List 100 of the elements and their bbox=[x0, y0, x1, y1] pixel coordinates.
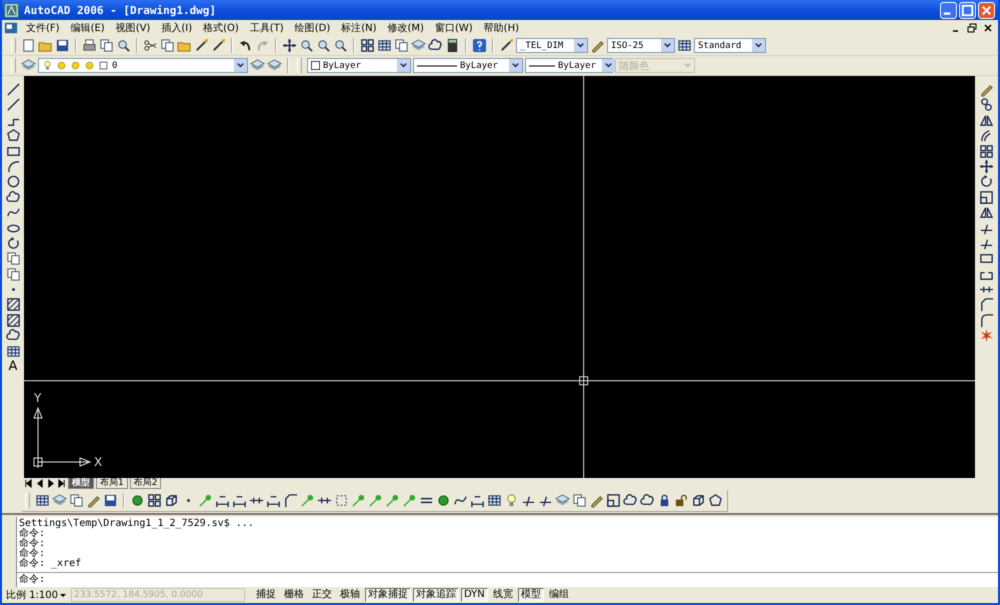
table-icon[interactable] bbox=[487, 493, 502, 508]
dimension-icon[interactable] bbox=[470, 493, 485, 508]
pentagon-icon[interactable] bbox=[6, 128, 20, 144]
bulb-icon[interactable] bbox=[42, 60, 53, 71]
cube-icon[interactable] bbox=[691, 493, 706, 508]
undo-arrow-icon[interactable] bbox=[238, 38, 253, 53]
layers-icon[interactable] bbox=[52, 493, 67, 508]
copy-icon[interactable] bbox=[572, 493, 587, 508]
brush-icon[interactable] bbox=[211, 38, 226, 53]
layer-dropdown[interactable]: 0 bbox=[38, 58, 248, 73]
layers-icon[interactable] bbox=[250, 58, 265, 73]
pencil-icon[interactable] bbox=[979, 82, 994, 97]
burst-icon[interactable] bbox=[979, 328, 994, 344]
layout-tab[interactable]: 布局1 bbox=[96, 478, 128, 489]
scale-icon[interactable] bbox=[979, 190, 994, 205]
layers-icon[interactable] bbox=[555, 493, 570, 508]
cloud-icon[interactable] bbox=[640, 493, 655, 508]
drawing-canvas[interactable]: Y X bbox=[24, 76, 975, 478]
brush-icon[interactable] bbox=[499, 38, 514, 53]
circles-icon[interactable] bbox=[979, 97, 994, 112]
pencil-icon[interactable] bbox=[86, 493, 101, 508]
line-icon[interactable] bbox=[6, 97, 20, 112]
status-toggle[interactable]: 线宽 bbox=[490, 588, 516, 602]
minimize-button[interactable] bbox=[940, 2, 957, 18]
arc-icon[interactable] bbox=[6, 158, 20, 174]
copy-icon[interactable] bbox=[394, 38, 409, 53]
previous-tab-icon[interactable] bbox=[35, 479, 44, 488]
menu-item[interactable]: 编辑(E) bbox=[66, 21, 109, 35]
pentagon-icon[interactable] bbox=[708, 493, 723, 508]
caret-icon[interactable] bbox=[60, 592, 66, 598]
move-icon[interactable] bbox=[282, 38, 297, 53]
table-icon[interactable] bbox=[377, 38, 392, 53]
cloud-icon[interactable] bbox=[428, 38, 443, 53]
next-tab-icon[interactable] bbox=[46, 479, 55, 488]
cube-icon[interactable] bbox=[164, 493, 179, 508]
magnifier-icon[interactable] bbox=[299, 38, 314, 53]
status-toggle[interactable]: 模型 bbox=[518, 588, 544, 602]
scale-label[interactable]: 比例 1:100 bbox=[6, 588, 58, 602]
line-icon[interactable] bbox=[6, 82, 20, 97]
status-toggle[interactable]: 编组 bbox=[546, 588, 572, 602]
triangles-icon[interactable] bbox=[979, 205, 994, 220]
text-tool-button[interactable]: A bbox=[8, 359, 18, 374]
menu-item[interactable]: 格式(O) bbox=[199, 21, 243, 35]
help-icon[interactable] bbox=[472, 38, 487, 53]
menu-item[interactable]: 绘图(D) bbox=[290, 21, 334, 35]
open-padlock-icon[interactable] bbox=[674, 493, 689, 508]
ball-icon[interactable] bbox=[130, 493, 145, 508]
triangles-icon[interactable] bbox=[979, 112, 994, 128]
brush-icon[interactable] bbox=[194, 38, 209, 53]
layout-tab[interactable]: 模型 bbox=[68, 478, 94, 489]
last-tab-icon[interactable] bbox=[57, 479, 66, 488]
hatch-icon[interactable] bbox=[6, 312, 20, 328]
copy-icon[interactable] bbox=[99, 38, 114, 53]
ball-icon[interactable] bbox=[436, 493, 451, 508]
dimension-icon[interactable] bbox=[266, 493, 281, 508]
command-window[interactable]: Settings\Temp\Drawing1_1_2_7529.sv$ ... 命令: 命令: 命令: 命令: _xref 命令: bbox=[16, 517, 998, 587]
dimension-style-dropdown[interactable]: ISO-25 bbox=[607, 38, 675, 53]
fillet-icon[interactable] bbox=[979, 312, 994, 328]
status-toggle[interactable]: 极轴 bbox=[337, 588, 363, 602]
layers-icon[interactable] bbox=[267, 58, 282, 73]
color-dropdown[interactable]: ByLayer bbox=[307, 58, 411, 73]
dashed-square-icon[interactable] bbox=[334, 493, 349, 508]
table-icon[interactable] bbox=[35, 493, 50, 508]
sun-icon[interactable] bbox=[84, 60, 95, 71]
grid-icon[interactable] bbox=[360, 38, 375, 53]
layout-tab[interactable]: 布局2 bbox=[130, 478, 162, 489]
status-toggle[interactable]: 捕捉 bbox=[253, 588, 279, 602]
magnifier-icon[interactable] bbox=[316, 38, 331, 53]
menu-item[interactable]: 文件(F) bbox=[22, 21, 64, 35]
printer-icon[interactable] bbox=[82, 38, 97, 53]
chamfer-icon[interactable] bbox=[283, 493, 298, 508]
menu-item[interactable]: 工具(T) bbox=[246, 21, 288, 35]
linetype-dropdown[interactable]: ByLayer bbox=[413, 58, 523, 73]
restore-icon[interactable] bbox=[966, 22, 978, 34]
table-style-dropdown[interactable]: Standard bbox=[694, 38, 766, 53]
sun-icon[interactable] bbox=[56, 60, 67, 71]
magnifier-icon[interactable] bbox=[116, 38, 131, 53]
text-style-dropdown[interactable]: _TEL_DIM bbox=[516, 38, 588, 53]
scissors-icon[interactable] bbox=[143, 38, 158, 53]
status-toggle[interactable]: 正交 bbox=[309, 588, 335, 602]
maximize-button[interactable] bbox=[959, 2, 976, 18]
scale-icon[interactable] bbox=[606, 493, 621, 508]
page-icon[interactable] bbox=[21, 38, 36, 53]
hatch-icon[interactable] bbox=[6, 297, 20, 312]
menu-item[interactable]: 视图(V) bbox=[112, 21, 154, 35]
rotate-icon[interactable] bbox=[6, 236, 20, 251]
pencil-icon[interactable] bbox=[590, 38, 605, 53]
copy-icon[interactable] bbox=[160, 38, 175, 53]
grid-icon[interactable] bbox=[979, 144, 994, 159]
swatch-icon[interactable] bbox=[98, 60, 109, 71]
copy-icon[interactable] bbox=[6, 251, 20, 266]
table-icon[interactable] bbox=[677, 38, 692, 53]
menu-item[interactable]: 窗口(W) bbox=[430, 21, 477, 35]
status-toggle[interactable]: 对象追踪 bbox=[413, 588, 459, 602]
lineweight-dropdown[interactable]: ByLayer bbox=[525, 58, 613, 73]
copy-icon[interactable] bbox=[69, 493, 84, 508]
menu-item[interactable]: 修改(M) bbox=[384, 21, 428, 35]
calculator-icon[interactable] bbox=[445, 38, 460, 53]
layers-icon[interactable] bbox=[411, 38, 426, 53]
cloud-icon[interactable] bbox=[623, 493, 638, 508]
